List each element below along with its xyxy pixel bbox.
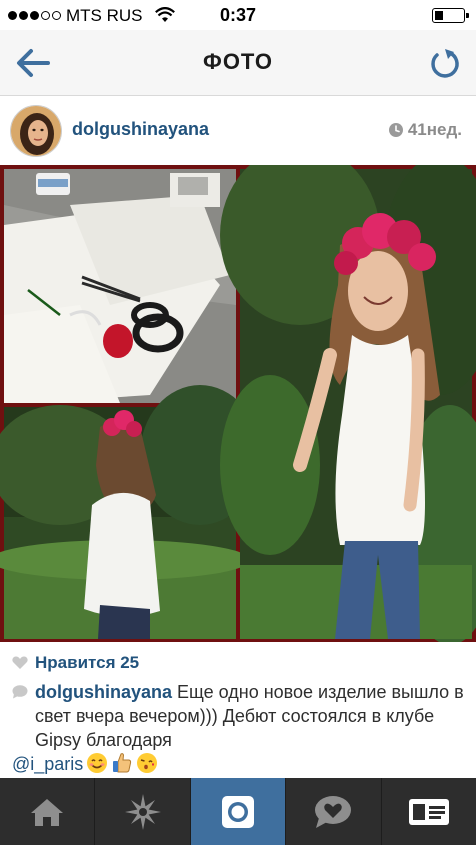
heart-icon (12, 656, 28, 669)
caption-last-line: @i_paris (12, 752, 467, 776)
caption-mention[interactable]: @i_paris (12, 754, 83, 774)
tab-bar (0, 778, 476, 845)
caption-text: dolgushinayana Еще одно новое изделие вы… (12, 680, 467, 752)
refresh-icon[interactable] (428, 46, 462, 80)
tab-profile[interactable] (382, 778, 476, 845)
profile-icon (408, 798, 449, 825)
comment-bubble-icon (12, 685, 28, 699)
tab-camera[interactable] (190, 778, 287, 845)
kiss-face-emoji (137, 753, 158, 773)
navigation-bar: ФОТО (0, 30, 476, 96)
post-header: dolgushinayana 41нед. (0, 97, 476, 165)
collage-panel-back-view (0, 385, 260, 639)
battery-icon (432, 8, 469, 23)
likes-count[interactable]: Нравится 25 (35, 653, 139, 673)
clock-icon (388, 123, 403, 137)
status-time: 0:37 (219, 5, 257, 25)
post-time-ago: 41нед. (407, 120, 462, 139)
home-icon (31, 798, 64, 826)
post-username[interactable]: dolgushinayana (72, 119, 209, 140)
caption-username[interactable]: dolgushinayana (35, 682, 172, 702)
tab-home[interactable] (0, 778, 96, 845)
explore-icon (124, 793, 161, 830)
tab-activity[interactable] (286, 778, 382, 845)
avatar[interactable] (10, 105, 62, 157)
camera-icon (222, 795, 255, 828)
post-timestamp: 41нед. (388, 120, 462, 140)
collage-panel-front-view (220, 165, 476, 642)
page-title: ФОТО (203, 49, 273, 74)
activity-icon (315, 795, 352, 828)
likes-row[interactable]: Нравится 25 (12, 652, 139, 674)
photo-collage (0, 165, 476, 642)
tab-explore[interactable] (95, 778, 191, 845)
status-bar: MTS RUS 0:37 (0, 0, 476, 30)
collage-panel-sewing (4, 169, 236, 403)
post-photo[interactable] (0, 165, 476, 642)
thumbs-up-emoji (113, 753, 132, 773)
caption-block: dolgushinayana Еще одно новое изделие вы… (12, 680, 467, 776)
smiling-face-emoji (87, 753, 108, 773)
